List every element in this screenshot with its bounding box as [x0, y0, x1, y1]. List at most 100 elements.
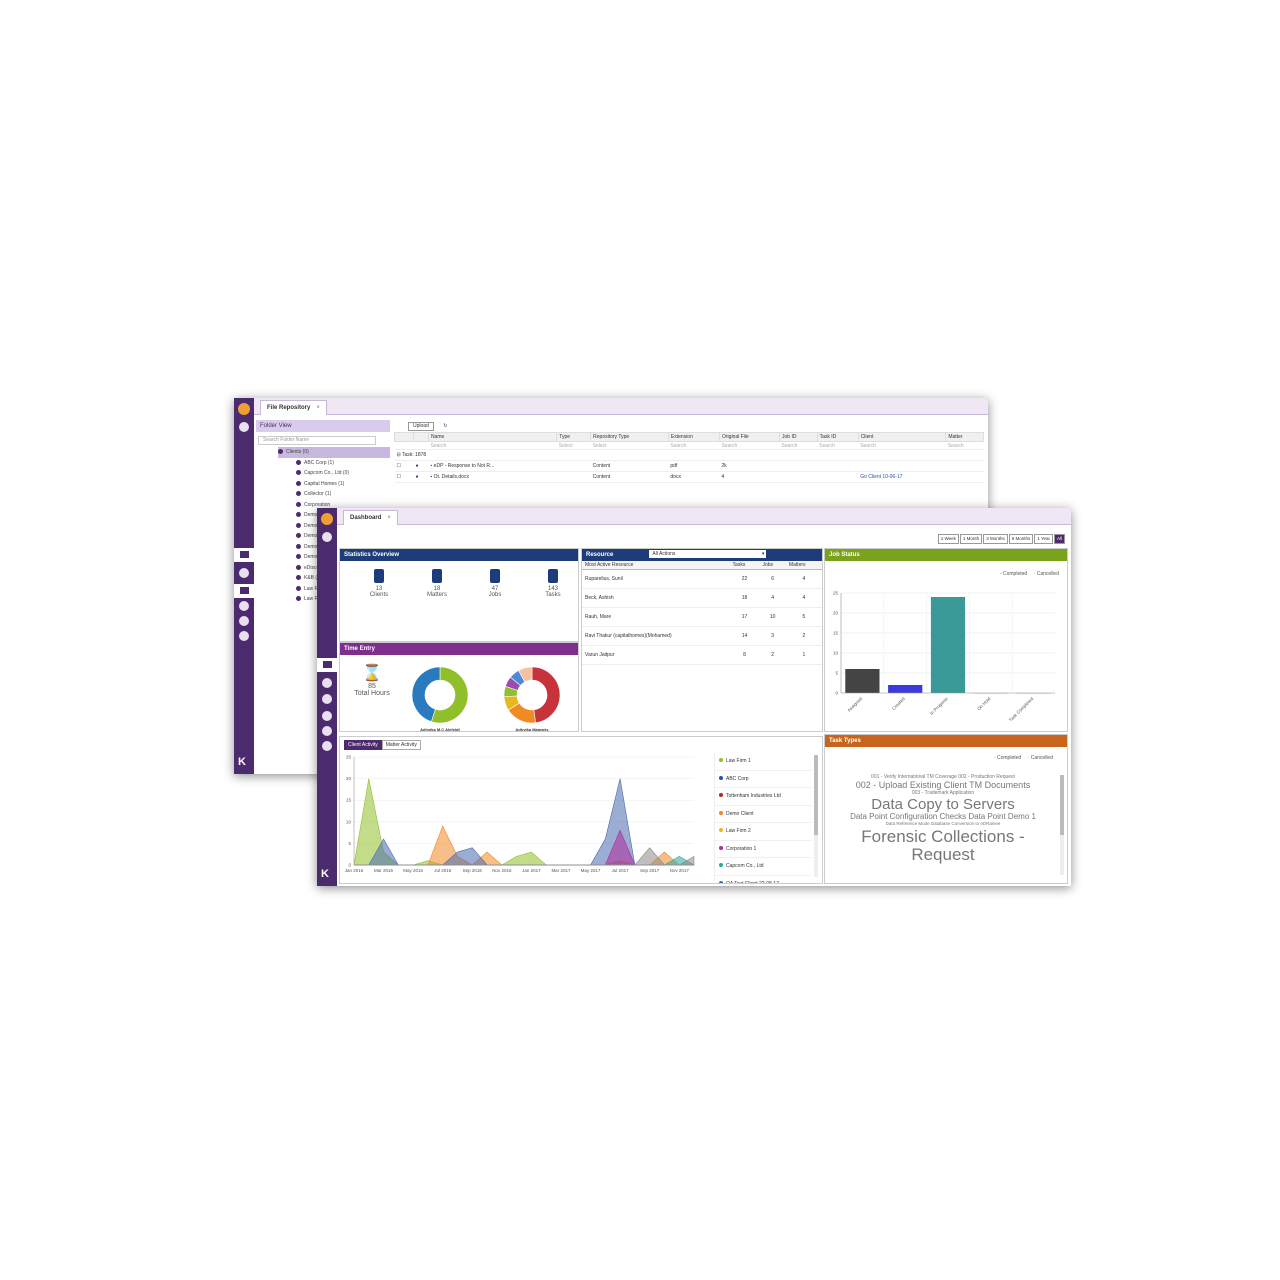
- cloud-word[interactable]: Forensic Collections -: [831, 828, 1055, 845]
- range-button[interactable]: 1 Week: [937, 534, 959, 544]
- legend-item[interactable]: Demo Client: [715, 806, 811, 823]
- column-filter-input[interactable]: Select: [556, 441, 591, 450]
- bar[interactable]: [930, 597, 966, 693]
- pie-icon[interactable]: [239, 601, 249, 611]
- cell-name[interactable]: ▪ Ot. Details.docx: [428, 471, 557, 483]
- group-row[interactable]: ⊟ Task: 1878: [394, 449, 984, 461]
- nav-item-dashboard[interactable]: [317, 658, 337, 672]
- legend-item[interactable]: Capcom Co., Ltd: [715, 858, 811, 876]
- column-header[interactable]: Extension: [667, 432, 721, 442]
- legend-item[interactable]: ABC Corp: [715, 771, 811, 788]
- column-filter-input[interactable]: Search: [428, 441, 557, 450]
- resource-panel: Resource All Actions ▾ Most Active Resourc…: [581, 548, 823, 732]
- column-header[interactable]: Name: [427, 432, 558, 442]
- column-filter-input[interactable]: Search: [719, 441, 780, 450]
- row-checkbox[interactable]: ☐: [394, 460, 414, 472]
- legend-item[interactable]: Law Firm 2: [715, 823, 811, 841]
- tab-file-repository[interactable]: File Repository ×: [260, 400, 327, 415]
- bar[interactable]: [888, 685, 923, 693]
- legend-completed[interactable]: ◦ Completed: [994, 755, 1021, 761]
- resource-filter-select[interactable]: All Actions ▾: [649, 550, 767, 558]
- legend-scrollbar[interactable]: [814, 755, 818, 877]
- column-filter-input[interactable]: Search: [945, 441, 984, 450]
- column-header[interactable]: Jobs: [759, 561, 786, 570]
- table-row[interactable]: Varun Jaitpur 8 2 1: [582, 645, 822, 665]
- table-row[interactable]: Beck, Ashish 18 4 4: [582, 588, 822, 608]
- report-icon[interactable]: [322, 726, 332, 736]
- cloud-scrollbar[interactable]: [1060, 775, 1064, 875]
- cloud-word[interactable]: 002 - Upload Existing Client TM Document…: [831, 781, 1055, 790]
- cell-client[interactable]: Go Client 10-06-17: [858, 471, 946, 483]
- column-filter-input[interactable]: Search: [817, 441, 859, 450]
- cloud-word[interactable]: Request: [831, 846, 1055, 863]
- range-button[interactable]: All: [1053, 534, 1065, 544]
- column-header[interactable]: Matter: [945, 432, 984, 442]
- range-button[interactable]: 3 Months: [983, 534, 1008, 544]
- tree-item[interactable]: Collector (1): [296, 489, 390, 500]
- legend-item[interactable]: QA Test Client 22-08-17: [715, 876, 811, 883]
- refresh-icon[interactable]: ↻: [443, 423, 447, 429]
- user-icon[interactable]: [239, 568, 249, 578]
- upload-button[interactable]: Upload: [408, 422, 434, 431]
- column-filter-input[interactable]: Search: [779, 441, 818, 450]
- folder-icon[interactable]: [322, 694, 332, 704]
- home-icon[interactable]: [239, 422, 249, 432]
- nav-item-chat[interactable]: [234, 548, 254, 562]
- range-button[interactable]: 6 Months: [1008, 534, 1034, 544]
- column-header[interactable]: Repository Type: [590, 432, 669, 442]
- legend-item[interactable]: Law Firm 1: [715, 753, 811, 771]
- legend-cancelled[interactable]: ◦ Cancelled: [1034, 571, 1059, 577]
- row-checkbox[interactable]: ☐: [394, 471, 414, 483]
- nav-item-folder[interactable]: [234, 584, 254, 598]
- tree-item[interactable]: ABC Corp (1): [296, 458, 390, 469]
- bar[interactable]: [845, 669, 880, 693]
- table-row[interactable]: Rauh, Mare 17 10 5: [582, 607, 822, 627]
- legend-item[interactable]: Corporation 1: [715, 841, 811, 858]
- scrollbar-thumb[interactable]: [1060, 775, 1064, 835]
- column-filter-input[interactable]: Search: [858, 441, 946, 450]
- tab-client-activity[interactable]: Client Activity: [344, 740, 382, 750]
- range-button[interactable]: 1 Year: [1034, 534, 1053, 544]
- column-header[interactable]: Tasks: [729, 561, 760, 570]
- column-header[interactable]: Client: [857, 432, 947, 442]
- table-row[interactable]: Ravi Thakur (capitalhomes)(Mohamed) 14 3 2: [582, 626, 822, 646]
- tab-matter-activity[interactable]: Matter Activity: [381, 740, 421, 750]
- tree-item[interactable]: Capcom Co., Ltd (0): [296, 468, 390, 479]
- column-header[interactable]: Original File: [718, 432, 781, 442]
- column-filter-input[interactable]: Select: [590, 441, 669, 450]
- y-tick-label: 20: [833, 611, 839, 616]
- column-header[interactable]: Type: [556, 432, 592, 442]
- range-button[interactable]: 1 Month: [959, 534, 983, 544]
- close-tab-icon[interactable]: ×: [316, 405, 320, 411]
- cloud-word[interactable]: Data Copy to Servers: [831, 797, 1055, 812]
- table-row[interactable]: ☐ ● ▪ Ot. Details.docx Content docx 4 Go…: [394, 471, 984, 483]
- tab-dashboard[interactable]: Dashboard ×: [343, 510, 398, 525]
- table-row[interactable]: ☐ ● ▪ eDP - Response to Not R... Content…: [394, 460, 984, 472]
- settings-icon[interactable]: [322, 741, 332, 751]
- select-all-checkbox[interactable]: [394, 432, 414, 442]
- folder-search-input[interactable]: Search Folder Name: [258, 436, 376, 445]
- cloud-word[interactable]: Data Reference Mode Database Conversion …: [831, 821, 1055, 827]
- donut-slice[interactable]: [531, 666, 561, 724]
- cell-name[interactable]: ▪ eDP - Response to Not R...: [428, 460, 557, 472]
- tree-item[interactable]: Capital Homes (1): [296, 479, 390, 490]
- user-icon[interactable]: [322, 678, 332, 688]
- table-row[interactable]: Ruparelius, Sunil 22 6 4: [582, 569, 822, 589]
- legend-cancelled[interactable]: ◦ Cancelled: [1028, 755, 1053, 761]
- home-icon[interactable]: [322, 532, 332, 542]
- column-header[interactable]: Matters: [785, 561, 822, 570]
- legend-item[interactable]: Tottenham Industries Ltd: [715, 788, 811, 806]
- settings-icon[interactable]: [239, 631, 249, 641]
- column-header[interactable]: Task ID: [816, 432, 859, 442]
- cell-client[interactable]: [858, 460, 946, 472]
- tree-root-clients[interactable]: Clients (0): [278, 447, 390, 458]
- legend-completed[interactable]: ◦ Completed: [1000, 571, 1027, 577]
- column-header[interactable]: Job ID: [779, 432, 818, 442]
- close-tab-icon[interactable]: ×: [387, 515, 391, 521]
- report-icon[interactable]: [239, 616, 249, 626]
- column-header[interactable]: Most Active Resource: [582, 561, 730, 570]
- cloud-word[interactable]: Data Point Configuration Checks Data Poi…: [831, 813, 1055, 821]
- column-filter-input[interactable]: Search: [668, 441, 720, 450]
- scrollbar-thumb[interactable]: [814, 755, 818, 835]
- pie-icon[interactable]: [322, 711, 332, 721]
